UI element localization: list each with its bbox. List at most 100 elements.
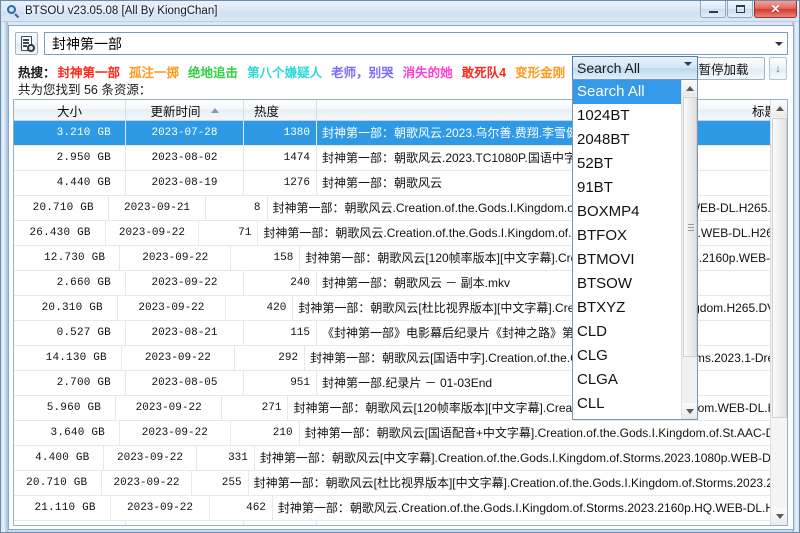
dropdown-scroll-up-button[interactable]	[682, 80, 697, 96]
cell-time: 2023-08-02	[126, 146, 244, 170]
cell-title: 封神第一部：朝歌风云[杜比视界版本][中文字幕].Creation.of.the…	[253, 475, 787, 490]
cell-heat: 8	[206, 196, 268, 220]
cell-heat: 115	[244, 321, 317, 345]
title-bar[interactable]: BTSOU v23.05.08 [All By KiongChan] ✕	[1, 1, 799, 22]
search-toolbar	[9, 26, 793, 57]
column-header-size[interactable]: 大小	[14, 100, 126, 120]
cell-size: 26.430 GB	[14, 221, 106, 245]
column-header-time[interactable]: 更新时间	[126, 100, 244, 120]
window-controls: ✕	[700, 1, 797, 18]
cell-heat: 271	[222, 396, 289, 420]
sort-ascending-icon	[210, 107, 219, 113]
search-input[interactable]	[45, 33, 770, 54]
dropdown-item[interactable]: BTSOW	[573, 272, 683, 296]
search-history-dropdown-button[interactable]	[770, 33, 787, 54]
cell-title: 封神第一部.纪录片 － 01-03End	[322, 375, 493, 390]
hot-search-item-6[interactable]: 敢死队4	[462, 62, 506, 81]
dropdown-item[interactable]: CLG	[573, 344, 683, 368]
window-left-edge	[1, 22, 8, 532]
dropdown-item[interactable]: CLGA	[573, 368, 683, 392]
dropdown-scrollbar[interactable]	[681, 80, 697, 419]
cell-heat: 951	[244, 371, 317, 395]
search-combobox[interactable]	[44, 32, 788, 55]
source-select-value: Search All	[577, 60, 641, 76]
minimize-button[interactable]	[700, 1, 726, 18]
scrollbar-thumb[interactable]	[772, 118, 787, 418]
dropdown-item[interactable]: Search All	[573, 80, 683, 104]
hot-search-item-1[interactable]: 孤注一掷	[129, 62, 179, 81]
dropdown-item[interactable]: BTFOX	[573, 224, 683, 248]
cell-title: 封神第一部：朝歌风云[国语中字].Creation.of.the.Gods.I.…	[310, 350, 787, 365]
cell-size: 20.310 GB	[14, 296, 118, 320]
minimize-icon	[708, 10, 718, 13]
cell-time: 2023-09-22	[118, 296, 226, 320]
table-row[interactable]: 21.110 GB 2023-09-22 462 封神第一部：朝歌风云.Creatio…	[14, 496, 787, 521]
dropdown-item[interactable]: BOXMP4	[573, 200, 683, 224]
cell-time: 2023-08-05	[126, 371, 244, 395]
close-button[interactable]: ✕	[754, 1, 797, 18]
dropdown-item[interactable]: BTMOVI	[573, 248, 683, 272]
hot-search-label: 热搜：	[18, 65, 56, 80]
client-area: 热搜： 封神第一部 孤注一掷 绝地追击 第八个嫌疑人 老师，别哭 消失的她 敢死…	[8, 25, 794, 530]
cell-time: 2023-08-19	[126, 171, 244, 195]
window-title: BTSOU v23.05.08 [All By KiongChan]	[25, 5, 218, 17]
table-row[interactable]: 3.640 GB 2023-09-22 210 封神第一部：朝歌风云[国语配音+中文字…	[14, 421, 787, 446]
scrollbar-grip-icon	[688, 224, 694, 231]
cell-heat: 462	[210, 496, 273, 520]
source-select[interactable]: Search All	[572, 56, 698, 82]
cell-size: 3.320 GB	[14, 521, 126, 525]
cell-time: 2023-09-22	[120, 421, 231, 445]
cell-time: 2023-09-22	[111, 496, 211, 520]
source-dropdown-list[interactable]: Search All 1024BT 2048BT 52BT 91BT BOXMP4 BTFO…	[572, 79, 698, 420]
hot-search-item-5[interactable]: 消失的她	[403, 62, 453, 81]
cell-heat: 210	[231, 421, 300, 445]
chevron-down-icon	[774, 41, 783, 46]
dropdown-item[interactable]: 2048BT	[573, 128, 683, 152]
hot-search-item-3[interactable]: 第八个嫌疑人	[247, 62, 322, 81]
hot-search-item-4[interactable]: 老师，别哭	[331, 62, 394, 81]
dropdown-item[interactable]: 1024BT	[573, 104, 683, 128]
dropdown-item[interactable]: CLL	[573, 392, 683, 416]
cell-size: 2.700 GB	[14, 371, 126, 395]
cell-title: 封神第一部：朝歌风云.2023.乌尔善.费翔.李雪健.黄渤.高清TC	[322, 125, 649, 140]
cell-heat: 1474	[244, 146, 317, 170]
maximize-icon	[735, 5, 745, 13]
dropdown-scroll-down-button[interactable]	[682, 403, 697, 419]
scroll-down-button[interactable]	[771, 508, 787, 525]
cell-time: 2023-09-22	[102, 471, 192, 495]
dropdown-item[interactable]: CLD	[573, 320, 683, 344]
close-icon: ✕	[770, 2, 781, 16]
cell-title: 封神第一部：朝歌风云.Creation.of.the.Gods.I.Kingdo…	[277, 500, 787, 515]
cell-size: 2.660 GB	[14, 271, 126, 295]
cell-size: 20.710 GB	[14, 471, 103, 495]
column-header-heat[interactable]: 热度	[244, 100, 317, 120]
cell-title: 封神第一部：朝歌风云-2023_HD国语中字.mp4	[317, 521, 787, 525]
hot-search-item-7[interactable]: 变形金刚	[515, 62, 565, 81]
table-row[interactable]: 3.320 GB2023-09-23200封神第一部：朝歌风云-2023_HD国…	[14, 521, 787, 525]
table-row[interactable]: 20.710 GB 2023-09-22 255 封神第一部：朝歌风云[杜比视界版本]…	[14, 471, 787, 496]
cell-title: 封神第一部：朝歌风云[杜比视界版本][中文字幕].Creation.of.the…	[298, 300, 787, 315]
cell-size: 4.440 GB	[14, 171, 126, 195]
column-header-title[interactable]: 标题	[317, 100, 787, 120]
cell-title: 封神第一部：朝歌风云[国语配音+中文字幕].Creation.of.the.Go…	[304, 425, 787, 440]
maximize-button[interactable]	[727, 1, 753, 18]
dropdown-item[interactable]: 52BT	[573, 152, 683, 176]
cell-time: 2023-09-23	[126, 521, 244, 525]
cell-title: 封神第一部：朝歌风云[中文字幕].Creation.of.the.Gods.I.…	[259, 450, 787, 465]
dropdown-item[interactable]: CLM	[573, 416, 683, 419]
table-row[interactable]: 4.400 GB 2023-09-22 331 封神第一部：朝歌风云[中文字幕].Cr…	[14, 446, 787, 471]
dropdown-scrollbar-thumb[interactable]	[683, 97, 697, 357]
app-window: BTSOU v23.05.08 [All By KiongChan] ✕ 热搜：	[0, 0, 800, 533]
result-count-label: 共为您找到 56 条资源：	[18, 83, 152, 97]
table-scrollbar[interactable]	[770, 100, 787, 525]
dropdown-item[interactable]: 91BT	[573, 176, 683, 200]
hot-search-item-2[interactable]: 绝地追击	[188, 62, 238, 81]
cell-size: 4.400 GB	[14, 446, 105, 470]
hot-search-item-0[interactable]: 封神第一部	[58, 62, 121, 81]
cell-size: 21.110 GB	[14, 496, 111, 520]
dropdown-item[interactable]: BTXYZ	[573, 296, 683, 320]
document-settings-icon[interactable]	[15, 32, 38, 55]
scroll-up-button[interactable]	[771, 100, 787, 117]
cell-time: 2023-09-22	[122, 346, 235, 370]
arrow-down-icon[interactable]: ↓	[769, 57, 787, 80]
